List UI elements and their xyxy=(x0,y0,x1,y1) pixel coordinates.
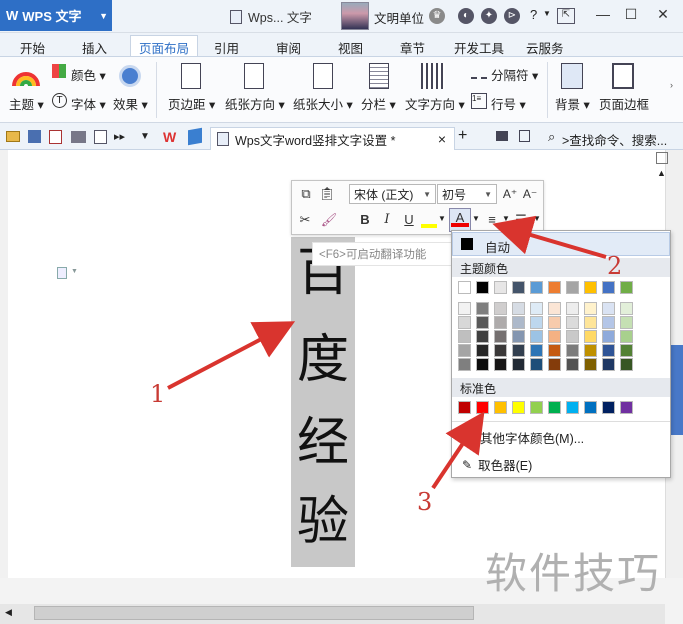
annotation-arrows xyxy=(167,215,607,490)
annotation-number: 2 xyxy=(607,252,623,280)
annotation-number: 3 xyxy=(417,488,433,516)
arrow-2 xyxy=(492,215,607,259)
arrow-3 xyxy=(431,411,485,490)
watermark: 软件技巧 xyxy=(485,550,662,597)
arrow-1 xyxy=(167,321,296,390)
annotation-number: 1 xyxy=(150,380,166,408)
